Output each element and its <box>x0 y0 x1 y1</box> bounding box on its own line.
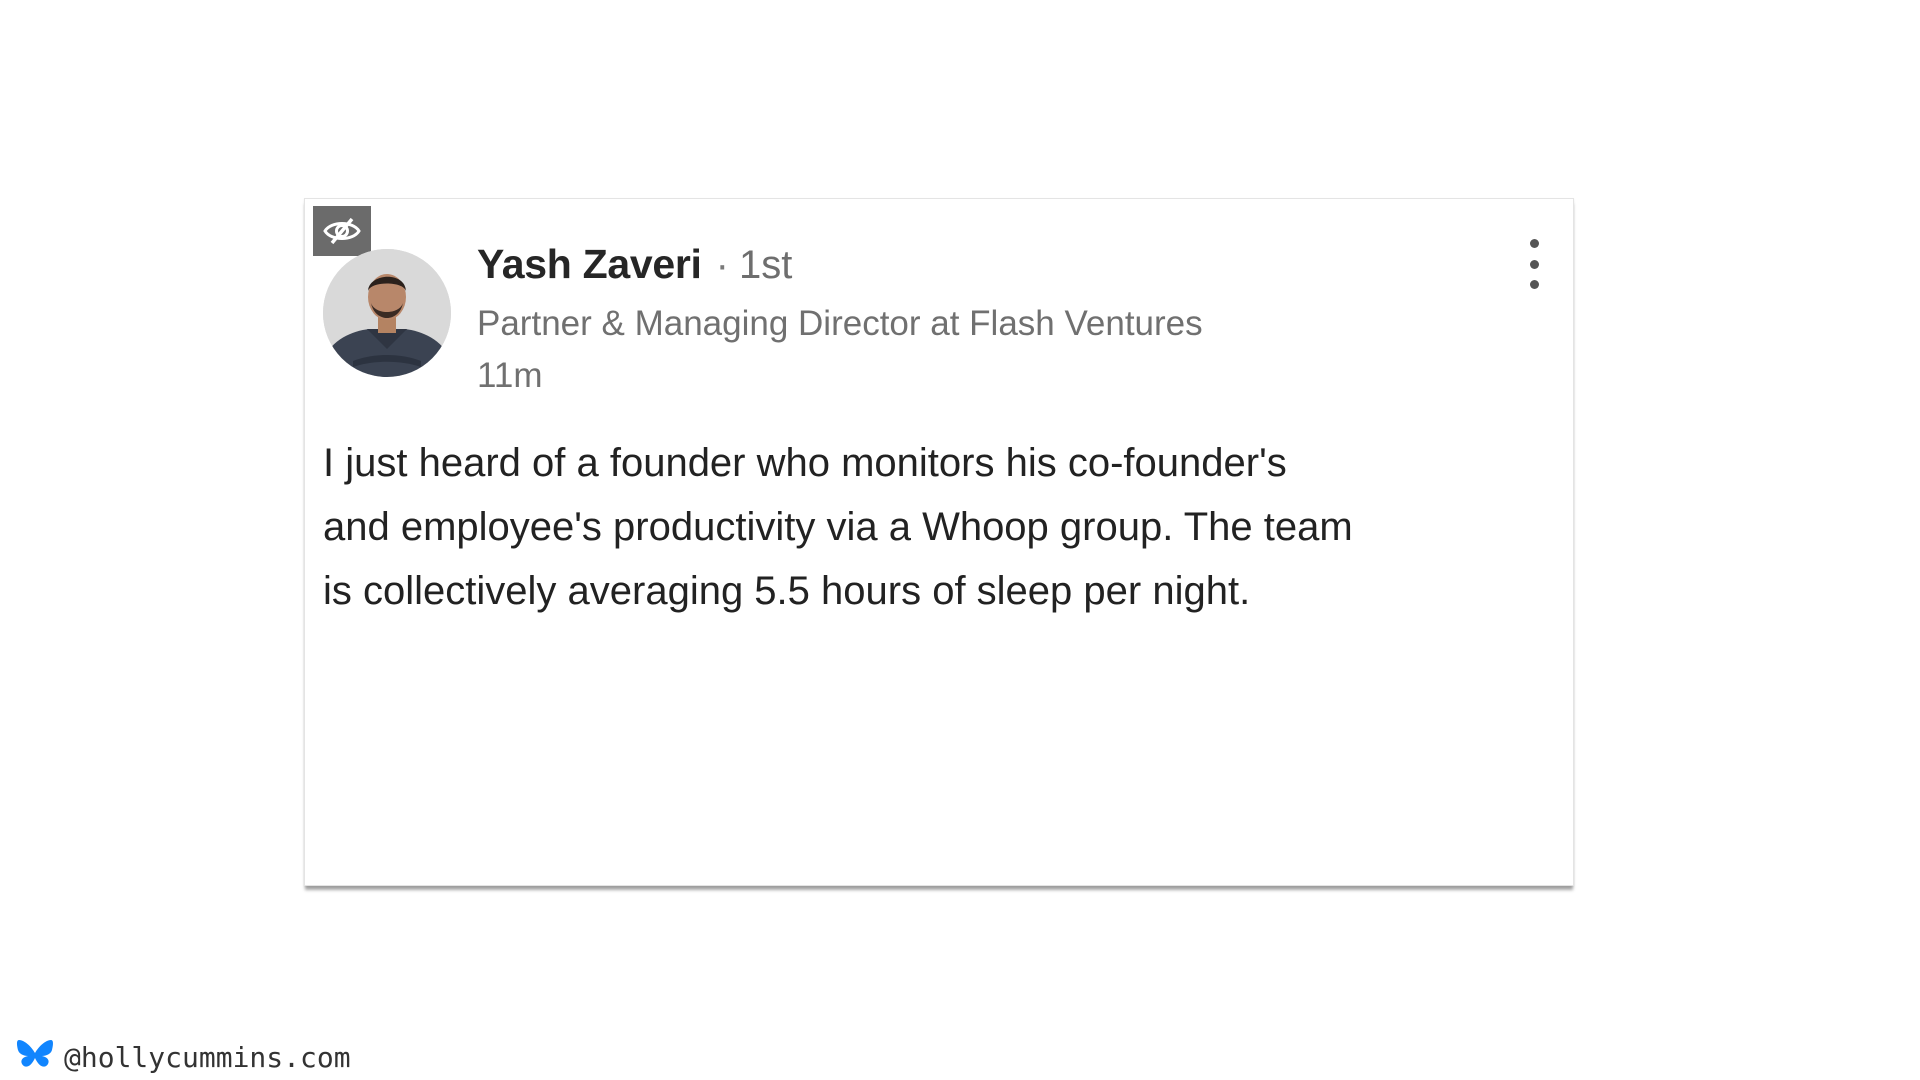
more-dot <box>1529 259 1539 269</box>
slide: Yash Zaveri · 1st Partner & Managing Dir… <box>0 0 1920 1080</box>
more-options-icon[interactable] <box>1521 239 1547 289</box>
post-body: I just heard of a founder who monitors h… <box>323 431 1553 623</box>
author-line: Yash Zaveri · 1st <box>477 241 1203 288</box>
connection-degree: 1st <box>738 243 793 287</box>
eye-slash-icon[interactable] <box>313 206 371 256</box>
post-timestamp: 11m <box>477 356 543 395</box>
bluesky-butterfly-icon <box>16 1038 54 1077</box>
post-body-line: is collectively averaging 5.5 hours of s… <box>323 569 1251 613</box>
footer-handle[interactable]: @hollycummins.com <box>64 1041 351 1074</box>
author-block: Yash Zaveri · 1st Partner & Managing Dir… <box>477 241 1203 396</box>
connection-separator: · <box>715 243 729 287</box>
post-body-line: and employee's productivity via a Whoop … <box>323 505 1353 549</box>
more-dot <box>1529 280 1539 289</box>
author-name[interactable]: Yash Zaveri <box>477 241 702 288</box>
post-card: Yash Zaveri · 1st Partner & Managing Dir… <box>304 198 1574 886</box>
footer: @hollycummins.com <box>16 1038 351 1077</box>
author-headline: Partner & Managing Director at Flash Ven… <box>477 304 1203 343</box>
avatar[interactable] <box>323 249 451 377</box>
post-body-line: I just heard of a founder who monitors h… <box>323 441 1287 485</box>
more-dot <box>1529 239 1539 248</box>
